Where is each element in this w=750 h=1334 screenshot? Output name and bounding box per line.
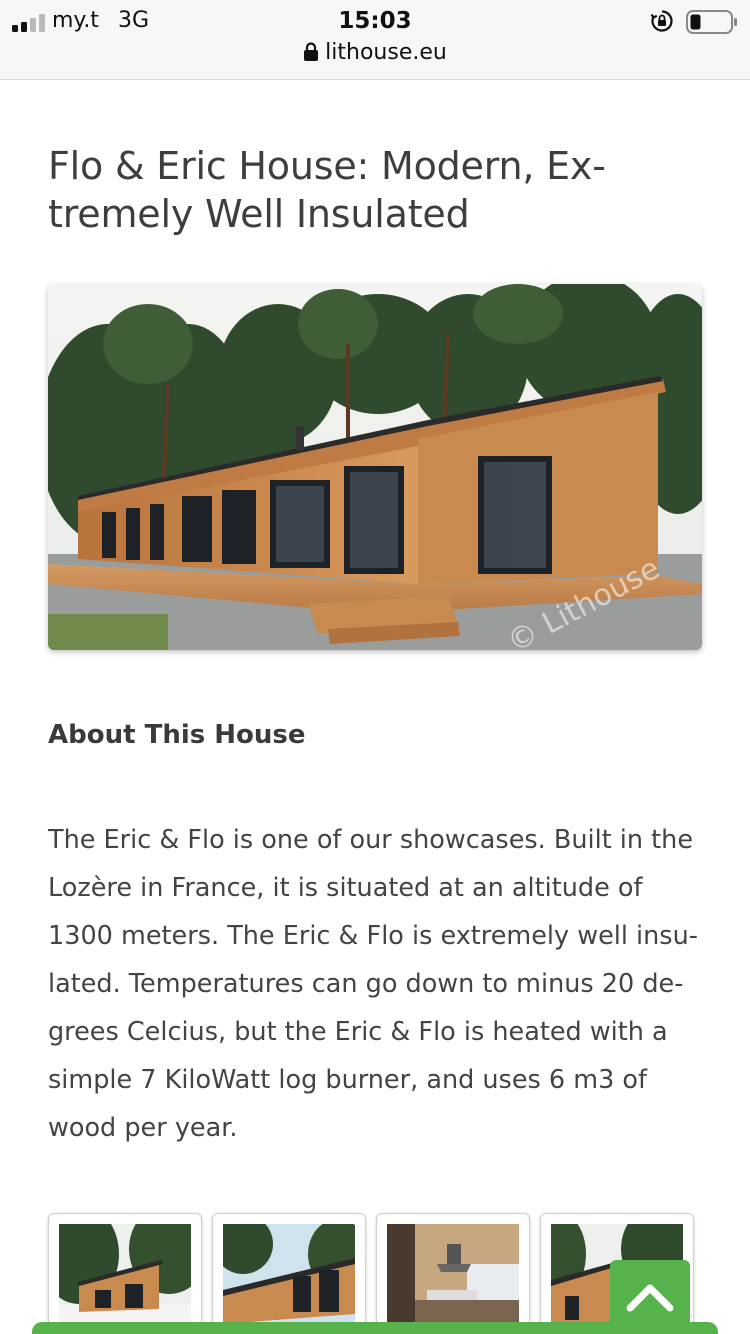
url-text: lithouse.eu [325, 40, 447, 65]
page-title: Flo & Eric House: Modern, Ex-tremely Wel… [48, 144, 606, 236]
browser-top-bar: my.t 3G 15:03 lithouse.eu [0, 0, 750, 80]
hero-image[interactable]: © Lithouse [48, 284, 702, 650]
gallery-thumb[interactable] [376, 1213, 530, 1334]
house-photo: © Lithouse [48, 284, 702, 650]
bottom-sticky-bar[interactable] [32, 1322, 718, 1334]
rotation-lock-icon [650, 10, 673, 32]
article: Flo & Eric House: Modern, Ex-tremely Wel… [48, 80, 704, 1152]
section-heading: About This House [48, 720, 306, 750]
gallery-thumb[interactable] [212, 1213, 366, 1334]
lock-icon [304, 42, 319, 61]
thumb-image [387, 1224, 519, 1332]
status-bar: my.t 3G 15:03 [0, 6, 750, 36]
thumb-image [59, 1224, 191, 1332]
battery-icon [686, 10, 737, 34]
gallery-thumb[interactable] [48, 1213, 202, 1334]
house-description: The Eric & Flo is one of our showcases. … [48, 825, 698, 1143]
thumb-image [223, 1224, 355, 1332]
address-bar[interactable]: lithouse.eu [0, 40, 750, 65]
gallery-thumbnails [48, 1213, 708, 1334]
clock: 15:03 [338, 8, 412, 34]
